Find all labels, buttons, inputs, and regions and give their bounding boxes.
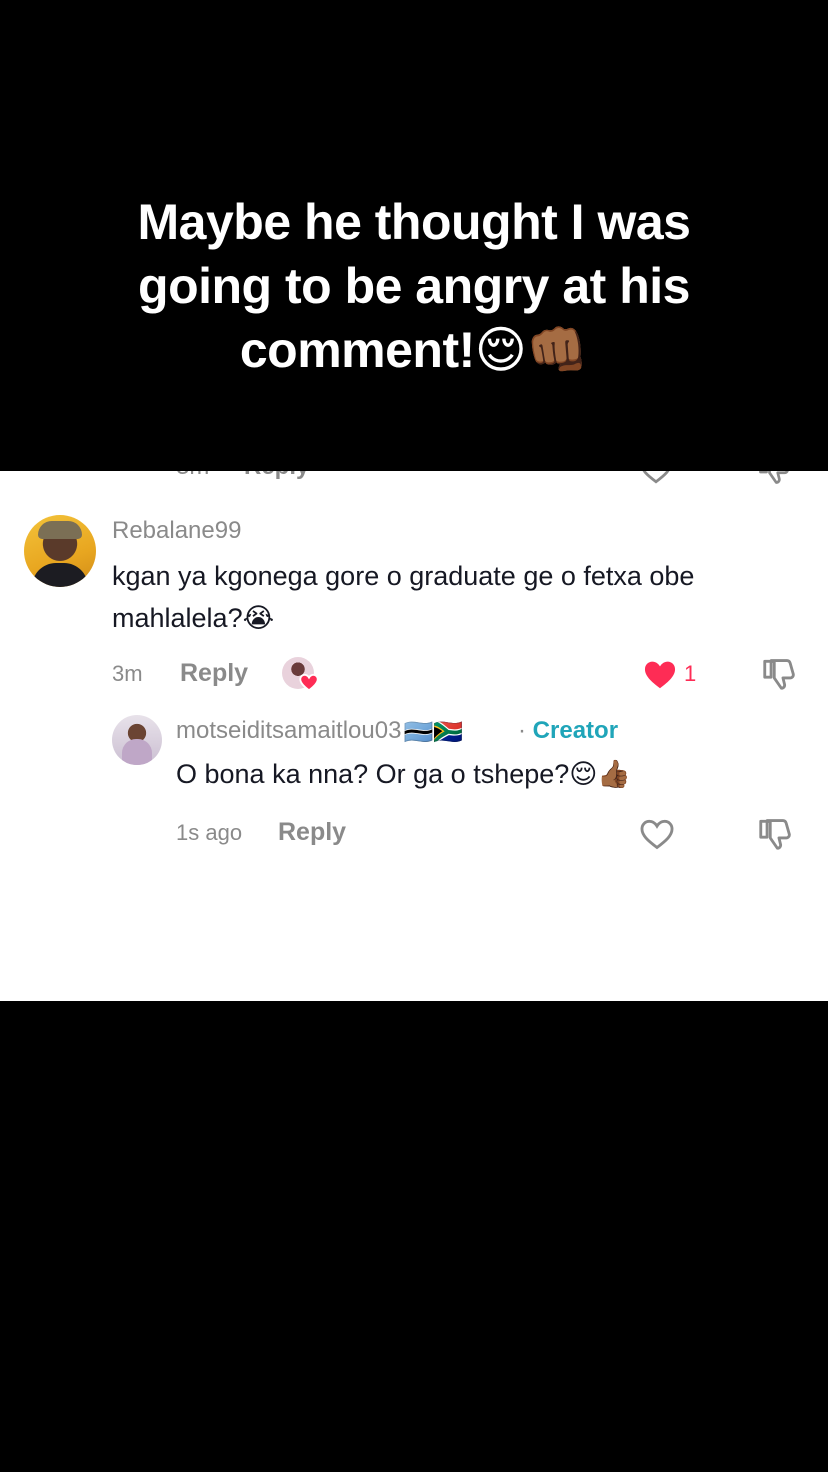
creator-liked-badge [282,657,319,692]
avatar[interactable] [112,715,162,765]
creator-badge: · Creator [518,717,618,745]
comment-username[interactable]: Rebalane99 [112,517,241,545]
heart-filled-icon[interactable] [640,655,680,693]
reply-username-text: motseiditsamaitlou03 [176,717,402,744]
reply-button[interactable]: Reply [180,659,248,688]
reply-time: 1s ago [176,820,243,845]
reply-username[interactable]: motseiditsamaitlou03🇧🇼🇿🇦 [176,717,463,746]
comment-time: 3m [112,661,143,686]
heart-filled-icon [299,673,319,692]
creator-separator: · [518,717,526,744]
heart-outline-icon[interactable] [638,471,674,487]
dislike-icon[interactable] [756,471,792,487]
dislike-icon[interactable] [760,655,798,693]
reply-text: O bona ka nna? Or ga o tshepe?😌👍🏾 [176,759,632,789]
creator-label: Creator [532,717,619,744]
comments-panel: 3m Reply Rebalane99 kgan ya kgonega gore… [0,471,828,1001]
country-flags: 🇧🇼🇿🇦 [403,717,464,746]
video-caption: Maybe he thought I was going to be angry… [137,194,691,378]
heart-outline-icon[interactable] [638,815,676,853]
avatar[interactable] [24,515,96,587]
comment-text: kgan ya kgonega gore o graduate ge o fet… [112,561,695,633]
previous-comment-time: 3m [176,471,209,481]
previous-reply-button[interactable]: Reply [244,471,309,481]
dislike-icon[interactable] [756,815,794,853]
previous-comment-actions: 3m Reply [0,471,828,489]
like-count: 1 [684,661,697,686]
reply-button[interactable]: Reply [278,818,346,847]
